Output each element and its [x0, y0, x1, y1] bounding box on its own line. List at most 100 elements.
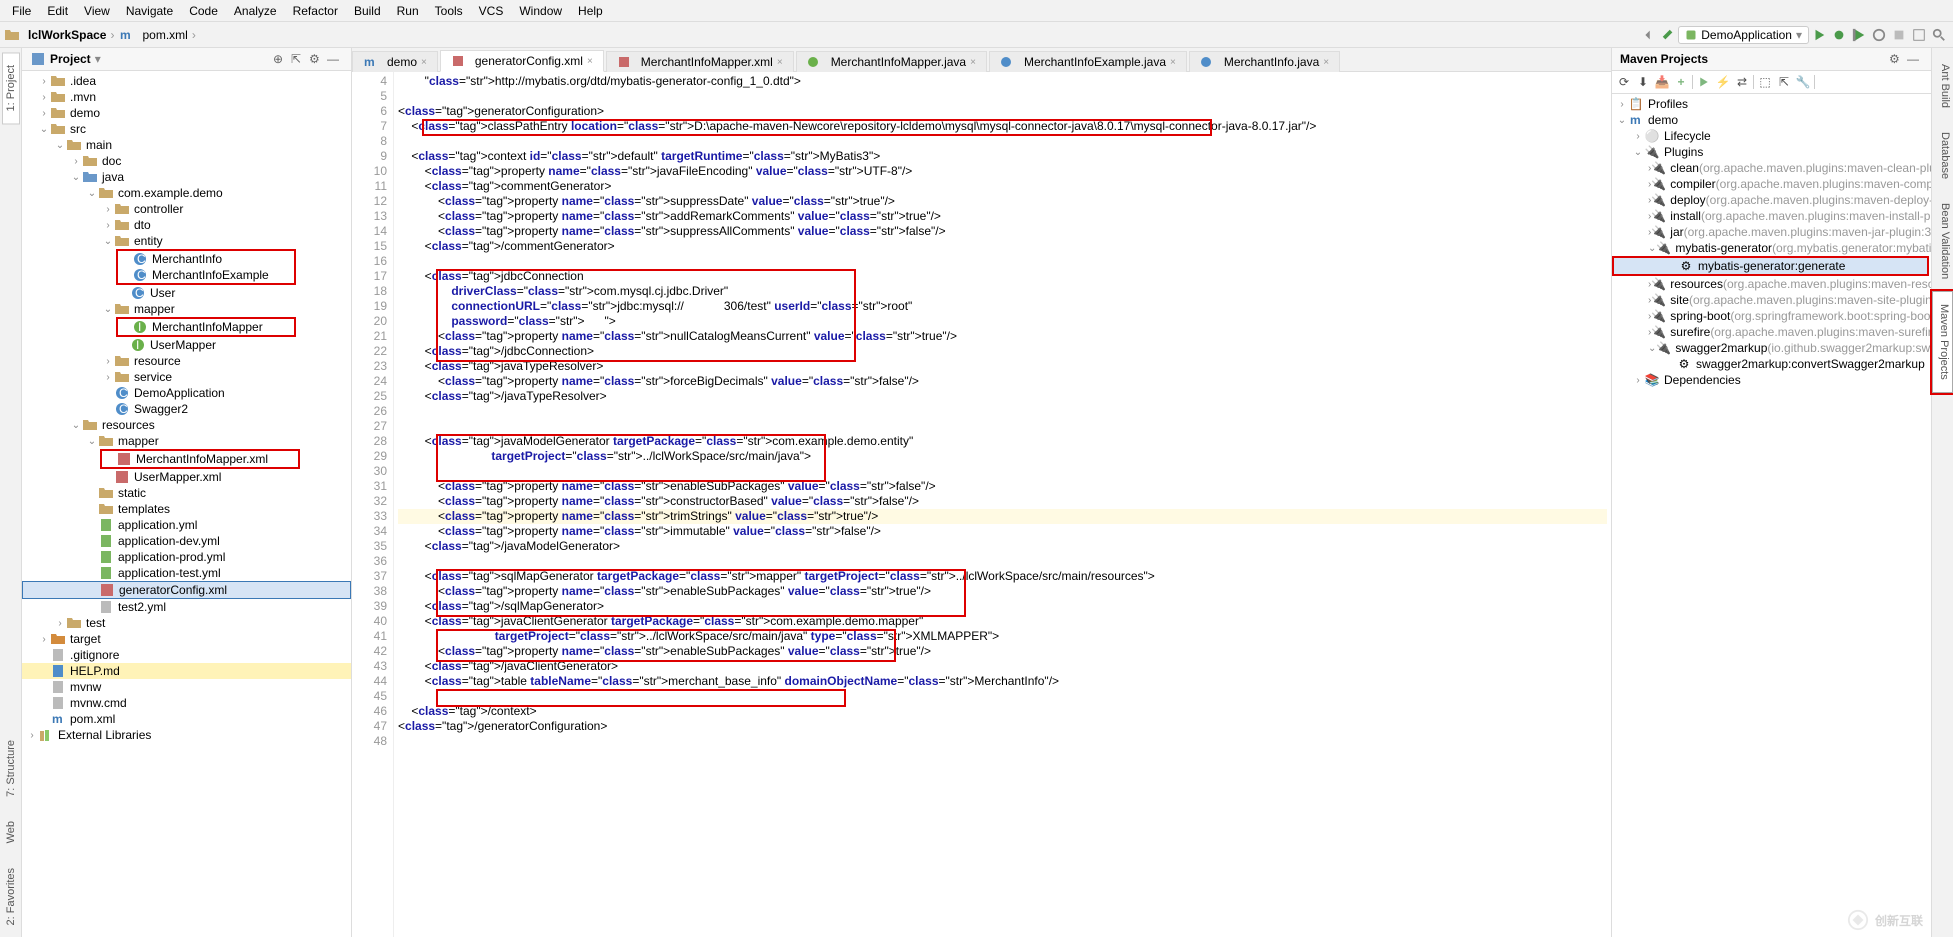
tree-node-mvn[interactable]: ›.mvn: [22, 89, 351, 105]
profile-icon[interactable]: [1871, 27, 1887, 43]
tree-node-umxml[interactable]: UserMapper.xml: [22, 469, 351, 485]
run-config-select[interactable]: DemoApplication ▾: [1678, 26, 1809, 44]
tree-node-doc[interactable]: ›doc: [22, 153, 351, 169]
execute-icon[interactable]: ⚡: [1715, 74, 1731, 90]
tab-mie-java[interactable]: MerchantInfoExample.java×: [989, 51, 1187, 72]
tab-web[interactable]: Web: [3, 809, 19, 855]
breadcrumb-file[interactable]: pom.xml: [142, 28, 187, 42]
maven-s2m-convert[interactable]: ⚙swagger2markup:convertSwagger2markup: [1612, 356, 1931, 372]
tree-node-demo[interactable]: ›demo: [22, 105, 351, 121]
download-icon[interactable]: 📥: [1654, 74, 1670, 90]
tree-node-idea[interactable]: ›.idea: [22, 73, 351, 89]
gear-icon[interactable]: ⚙: [309, 52, 323, 66]
reimport-icon[interactable]: ⟳: [1616, 74, 1632, 90]
tab-database[interactable]: Database: [1932, 120, 1953, 191]
maven-mybatis-gen-generate[interactable]: ⚙mybatis-generator:generate: [1612, 256, 1929, 276]
menu-code[interactable]: Code: [183, 4, 224, 18]
close-icon[interactable]: ×: [970, 57, 976, 68]
code-content[interactable]: "class="str">http://mybatis.org/dtd/myba…: [394, 72, 1611, 937]
tab-bean-validation[interactable]: Bean Validation: [1932, 191, 1953, 291]
generate-icon[interactable]: ⬇: [1635, 74, 1651, 90]
scroll-to-icon[interactable]: ⊕: [273, 52, 287, 66]
maven-jar[interactable]: ›🔌jar (org.apache.maven.plugins:maven-ja…: [1612, 224, 1931, 240]
maven-mybatis-gen[interactable]: ⌄🔌mybatis-generator (org.mybatis.generat…: [1612, 240, 1931, 256]
maven-surefire[interactable]: ›🔌surefire (org.apache.maven.plugins:mav…: [1612, 324, 1931, 340]
tab-maven-projects[interactable]: Maven Projects: [1932, 291, 1953, 393]
tab-mi-java[interactable]: MerchantInfo.java×: [1189, 51, 1340, 72]
project-tree[interactable]: ›.idea ›.mvn ›demo ⌄src ⌄main ›doc ⌄java…: [22, 71, 351, 937]
tree-node-merchantinfo[interactable]: CMerchantInfo: [118, 251, 294, 267]
stop-icon[interactable]: [1891, 27, 1907, 43]
gear-icon[interactable]: ⚙: [1889, 52, 1903, 66]
tree-node-dto[interactable]: ›dto: [22, 217, 351, 233]
maven-resources[interactable]: ›🔌resources (org.apache.maven.plugins:ma…: [1612, 276, 1931, 292]
tree-node-app-test-yml[interactable]: application-test.yml: [22, 565, 351, 581]
tree-node-swagger[interactable]: CSwagger2: [22, 401, 351, 417]
show-deps-icon[interactable]: ⬚: [1757, 74, 1773, 90]
close-icon[interactable]: ×: [421, 57, 427, 68]
menu-navigate[interactable]: Navigate: [120, 4, 179, 18]
layout-icon[interactable]: [1911, 27, 1927, 43]
menu-analyze[interactable]: Analyze: [228, 4, 283, 18]
toggle-icon[interactable]: ⇄: [1734, 74, 1750, 90]
tab-demo[interactable]: mdemo×: [352, 51, 438, 72]
breadcrumb-root[interactable]: lclWorkSpace: [28, 28, 106, 42]
tab-mim-java[interactable]: MerchantInfoMapper.java×: [796, 51, 987, 72]
maven-compiler[interactable]: ›🔌compiler (org.apache.maven.plugins:mav…: [1612, 176, 1931, 192]
maven-tree[interactable]: ›📋Profiles ⌄mdemo ›⚪Lifecycle ⌄🔌Plugins …: [1612, 94, 1931, 937]
tree-node-test2-yml[interactable]: test2.yml: [22, 599, 351, 615]
tree-node-entity[interactable]: ⌄entity: [22, 233, 351, 249]
menu-help[interactable]: Help: [572, 4, 609, 18]
tree-node-test[interactable]: ›test: [22, 615, 351, 631]
menu-tools[interactable]: Tools: [429, 4, 469, 18]
menu-build[interactable]: Build: [348, 4, 387, 18]
menu-vcs[interactable]: VCS: [473, 4, 510, 18]
close-icon[interactable]: ×: [1170, 57, 1176, 68]
tree-node-java[interactable]: ⌄java: [22, 169, 351, 185]
menu-edit[interactable]: Edit: [41, 4, 74, 18]
tree-node-resource[interactable]: ›resource: [22, 353, 351, 369]
close-icon[interactable]: ×: [1323, 57, 1329, 68]
tree-node-merchantinfomapper[interactable]: IMerchantInfoMapper: [118, 319, 294, 335]
hammer-icon[interactable]: [1660, 27, 1676, 43]
debug-icon[interactable]: [1831, 27, 1847, 43]
hide-icon[interactable]: —: [1907, 52, 1921, 66]
tree-node-pkg[interactable]: ⌄com.example.demo: [22, 185, 351, 201]
maven-clean[interactable]: ›🔌clean (org.apache.maven.plugins:maven-…: [1612, 160, 1931, 176]
search-icon[interactable]: [1931, 27, 1947, 43]
tree-node-main[interactable]: ⌄main: [22, 137, 351, 153]
maven-plugins[interactable]: ⌄🔌Plugins: [1612, 144, 1931, 160]
tree-node-mvnwcmd[interactable]: mvnw.cmd: [22, 695, 351, 711]
tree-node-service[interactable]: ›service: [22, 369, 351, 385]
menu-run[interactable]: Run: [391, 4, 425, 18]
tree-node-static[interactable]: static: [22, 485, 351, 501]
tree-node-gitignore[interactable]: .gitignore: [22, 647, 351, 663]
chevron-down-icon[interactable]: ▾: [95, 52, 101, 66]
tab-generatorconfig[interactable]: generatorConfig.xml×: [440, 50, 604, 72]
maven-profiles[interactable]: ›📋Profiles: [1612, 96, 1931, 112]
maven-swagger2markup[interactable]: ⌄🔌swagger2markup (io.github.swagger2mark…: [1612, 340, 1931, 356]
tree-node-app-dev-yml[interactable]: application-dev.yml: [22, 533, 351, 549]
tree-node-controller[interactable]: ›controller: [22, 201, 351, 217]
tree-node-mvnw[interactable]: mvnw: [22, 679, 351, 695]
maven-deploy[interactable]: ›🔌deploy (org.apache.maven.plugins:maven…: [1612, 192, 1931, 208]
coverage-icon[interactable]: [1851, 27, 1867, 43]
tree-node-pom[interactable]: mpom.xml: [22, 711, 351, 727]
tree-node-templates[interactable]: templates: [22, 501, 351, 517]
close-icon[interactable]: ×: [587, 56, 593, 67]
menu-view[interactable]: View: [78, 4, 116, 18]
tree-node-src[interactable]: ⌄src: [22, 121, 351, 137]
tree-node-merchantinfoexample[interactable]: CMerchantInfoExample: [118, 267, 294, 283]
tree-node-app-prod-yml[interactable]: application-prod.yml: [22, 549, 351, 565]
close-icon[interactable]: ×: [777, 57, 783, 68]
maven-deps[interactable]: ›📚Dependencies: [1612, 372, 1931, 388]
tree-node-generatorconfig[interactable]: generatorConfig.xml: [22, 581, 351, 599]
tab-structure[interactable]: 7: Structure: [3, 728, 19, 809]
back-icon[interactable]: [1640, 27, 1656, 43]
tree-node-app-yml[interactable]: application.yml: [22, 517, 351, 533]
add-icon[interactable]: +: [1673, 74, 1689, 90]
collapse-icon[interactable]: ⇱: [291, 52, 305, 66]
tab-favorites[interactable]: 2: Favorites: [3, 856, 19, 937]
tab-project[interactable]: 1: Project: [2, 52, 20, 124]
tree-node-usermapper[interactable]: IUserMapper: [22, 337, 351, 353]
